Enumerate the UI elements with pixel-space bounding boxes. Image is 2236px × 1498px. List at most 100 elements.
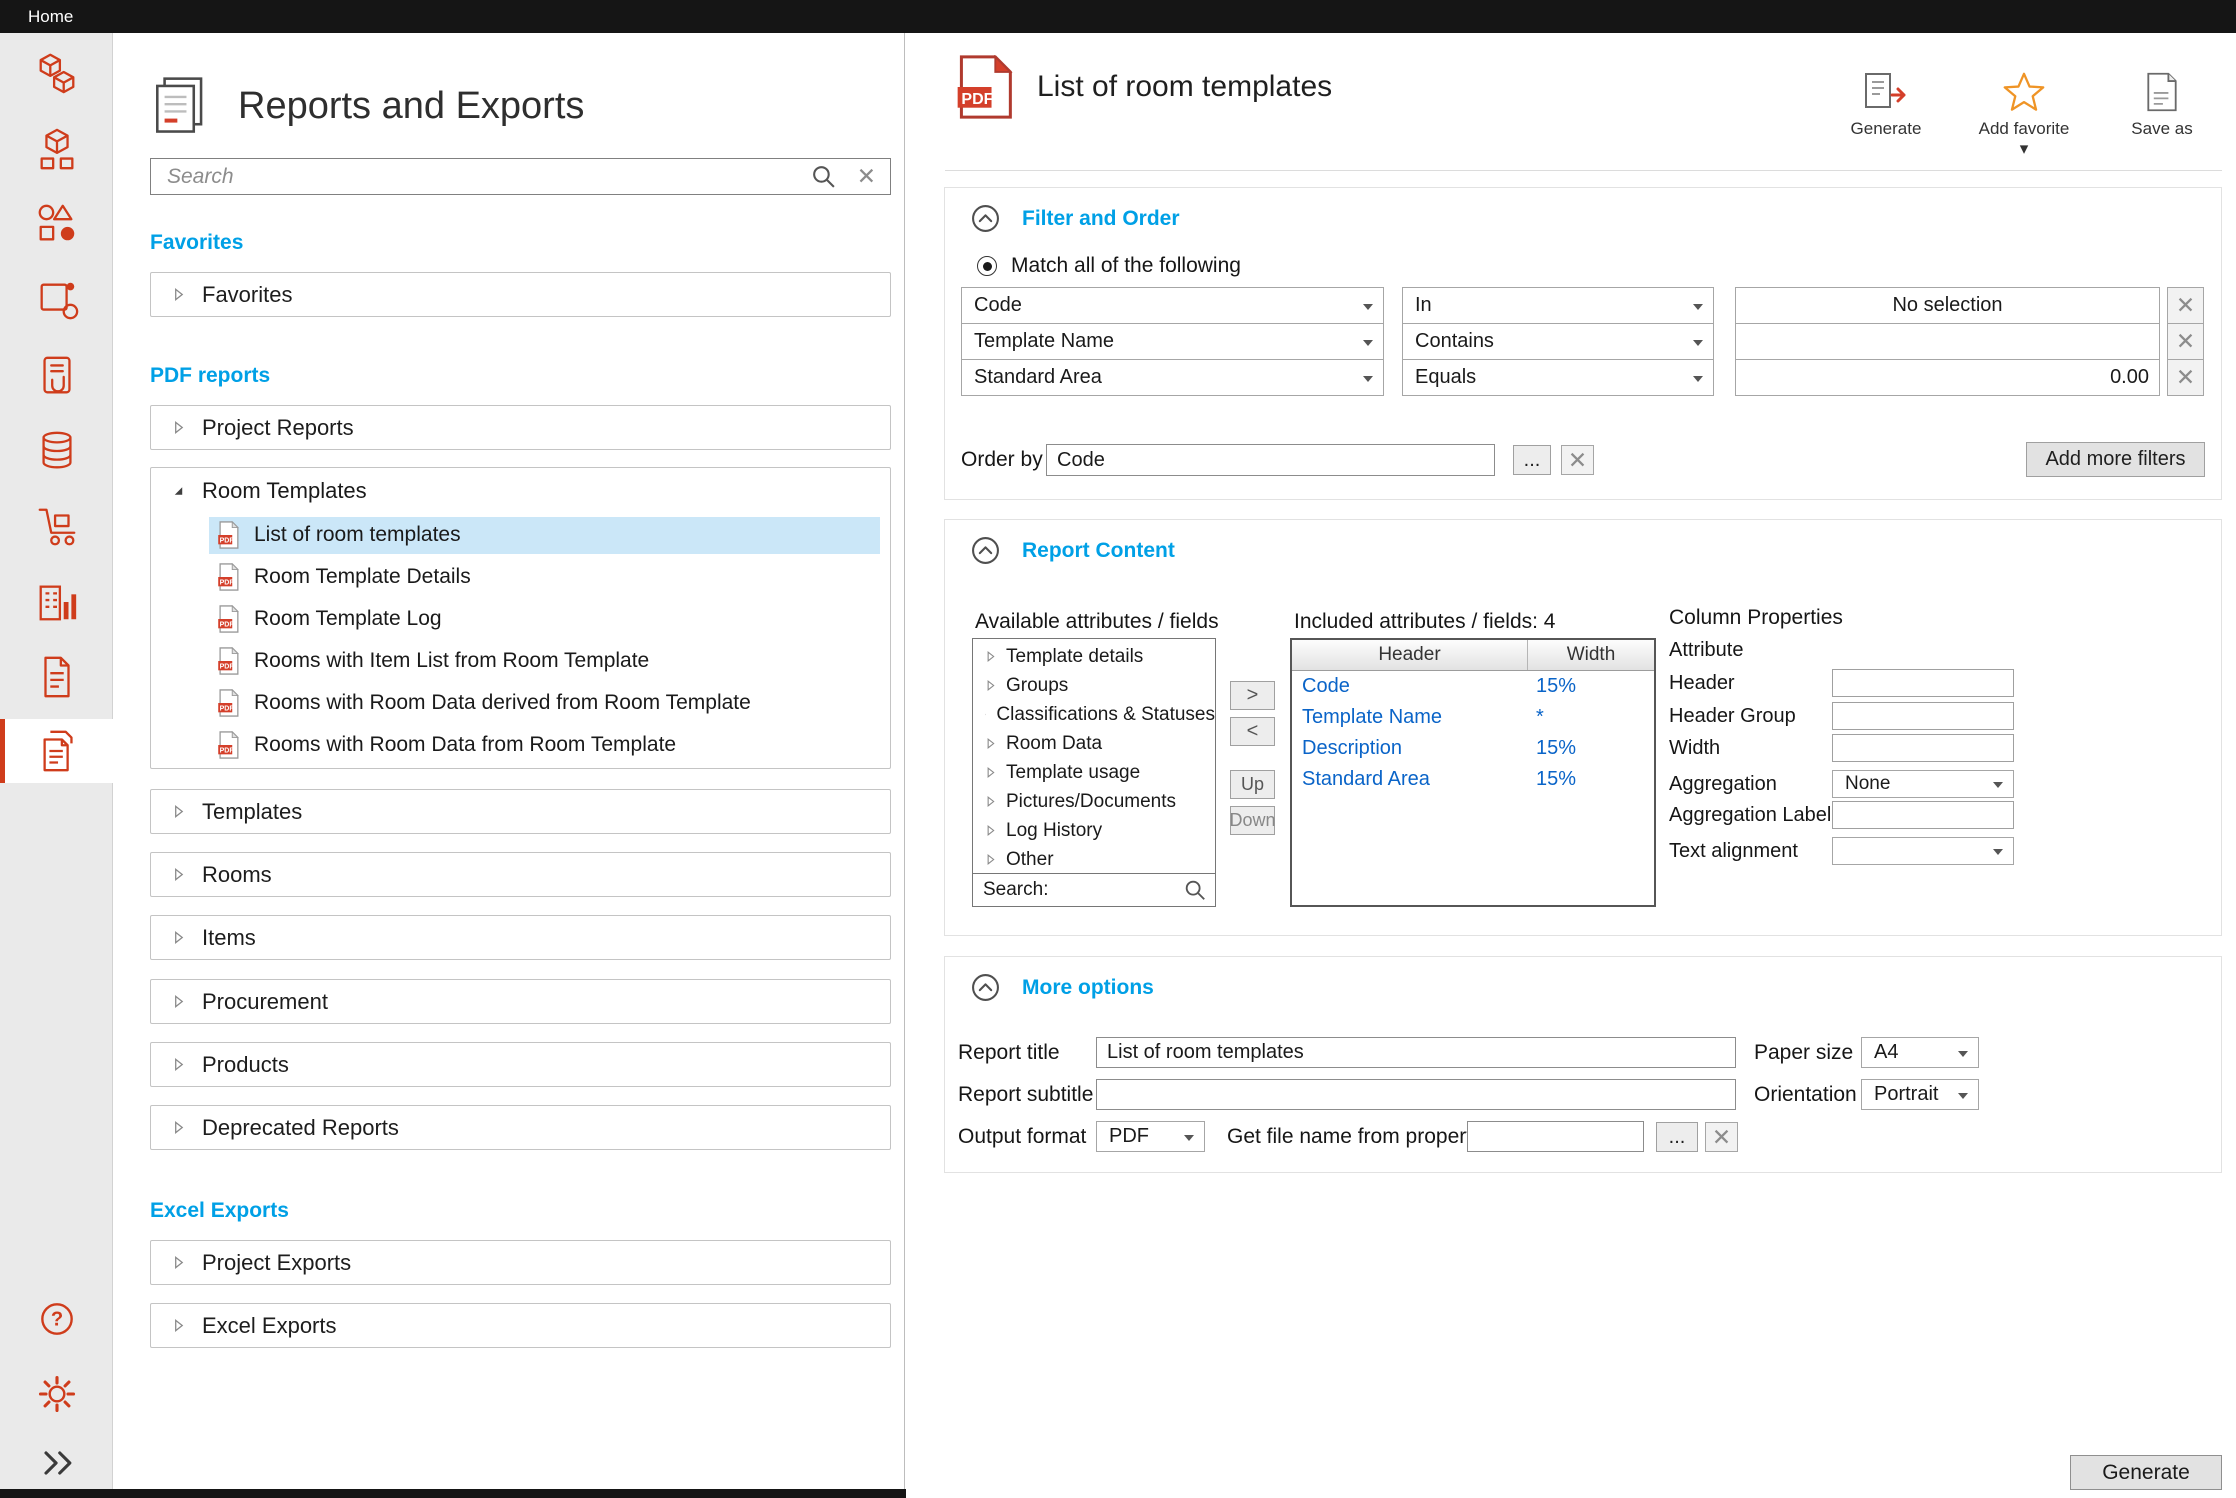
pdf-file-icon: PDF (217, 689, 240, 717)
add-attribute-button[interactable]: > (1230, 681, 1275, 710)
search-input[interactable] (165, 164, 790, 190)
group-items[interactable]: Items (150, 915, 891, 960)
tree-item-pictures-documents[interactable]: Pictures/Documents (973, 787, 1215, 816)
group-products[interactable]: Products (150, 1042, 891, 1087)
tree-item-template-details[interactable]: Template details (973, 642, 1215, 671)
expand-sidebar-button[interactable] (0, 1437, 113, 1489)
settings-icon[interactable] (0, 1366, 113, 1422)
header-group-input[interactable] (1832, 702, 2014, 730)
collapse-section-icon[interactable] (971, 204, 1000, 233)
group-rooms[interactable]: Rooms (150, 852, 891, 897)
group-excel-exports[interactable]: Excel Exports (150, 1303, 891, 1348)
sidebar-module-building-icon[interactable] (0, 570, 113, 634)
report-item-list-of-room-templates[interactable]: PDF List of room templates (151, 514, 890, 556)
text-alignment-label: Text alignment (1669, 840, 1798, 863)
file-name-property-input[interactable] (1467, 1121, 1644, 1152)
tree-item-classifications[interactable]: Classifications & Statuses (973, 700, 1215, 729)
group-procurement[interactable]: Procurement (150, 979, 891, 1024)
text-alignment-select[interactable] (1832, 837, 2014, 865)
header-divider (945, 170, 2222, 171)
remove-attribute-button[interactable]: < (1230, 717, 1275, 746)
header-input[interactable] (1832, 669, 2014, 697)
filter-operator-select-1[interactable]: In (1402, 287, 1714, 324)
filter-value-input-2[interactable] (1735, 323, 2160, 360)
search-icon[interactable] (1183, 878, 1207, 902)
tree-item-template-usage[interactable]: Template usage (973, 758, 1215, 787)
report-item-rooms-with-room-data[interactable]: PDF Rooms with Room Data from Room Templ… (151, 724, 890, 766)
table-row[interactable]: Code 15% (1292, 671, 1654, 702)
sidebar-module-document-icon[interactable] (0, 645, 113, 709)
group-templates[interactable]: Templates (150, 789, 891, 834)
remove-filter-button-2[interactable]: ✕ (2167, 323, 2204, 360)
group-deprecated-reports[interactable]: Deprecated Reports (150, 1105, 891, 1150)
file-name-browse-button[interactable]: ... (1656, 1122, 1698, 1152)
group-favorites[interactable]: Favorites (150, 272, 891, 317)
output-format-label: Output format (958, 1125, 1086, 1149)
table-row[interactable]: Description 15% (1292, 733, 1654, 764)
report-item-rooms-with-room-data-derived[interactable]: PDF Rooms with Room Data derived from Ro… (151, 682, 890, 724)
sidebar-module-shapes-icon[interactable] (0, 192, 113, 256)
sidebar-module-package-icon[interactable] (0, 268, 113, 332)
paper-size-select[interactable]: A4 (1861, 1037, 1979, 1068)
aggregation-select[interactable]: None (1832, 770, 2014, 798)
tree-item-log-history[interactable]: Log History (973, 816, 1215, 845)
filter-operator-select-3[interactable]: Equals (1402, 359, 1714, 396)
remove-filter-button-3[interactable]: ✕ (2167, 359, 2204, 396)
order-by-clear-button[interactable]: ✕ (1561, 445, 1594, 475)
filter-operator-select-2[interactable]: Contains (1402, 323, 1714, 360)
add-more-filters-button[interactable]: Add more filters (2026, 442, 2205, 477)
report-subtitle-input[interactable] (1096, 1079, 1736, 1110)
collapse-section-icon[interactable] (971, 536, 1000, 565)
group-room-templates-header[interactable]: Room Templates (151, 468, 890, 514)
search-icon[interactable] (810, 163, 837, 190)
sidebar-reports-icon[interactable] (0, 719, 113, 783)
add-favorite-button[interactable]: Add favorite ▾ (1976, 71, 2072, 160)
order-by-input[interactable] (1046, 444, 1495, 476)
sidebar-module-cubes-icon[interactable] (0, 41, 113, 105)
order-by-browse-button[interactable]: ... (1513, 445, 1551, 475)
filter-attribute-select-3[interactable]: Standard Area (961, 359, 1384, 396)
close-icon: ✕ (2176, 366, 2195, 389)
group-project-reports[interactable]: Project Reports (150, 405, 891, 450)
header-label: Header (1669, 672, 1735, 695)
home-menu[interactable]: Home (28, 7, 73, 27)
filter-attribute-select-2[interactable]: Template Name (961, 323, 1384, 360)
match-all-radio[interactable] (977, 256, 997, 276)
sidebar-module-attachment-icon[interactable] (0, 344, 113, 408)
output-format-select[interactable]: PDF (1096, 1121, 1205, 1152)
report-item-room-template-details[interactable]: PDF Room Template Details (151, 556, 890, 598)
expand-icon (172, 804, 185, 819)
table-row[interactable]: Standard Area 15% (1292, 764, 1654, 795)
help-icon[interactable]: ? (0, 1291, 113, 1347)
sidebar-module-stack-icon[interactable] (0, 117, 113, 181)
tree-item-other[interactable]: Other (973, 845, 1215, 874)
sidebar-module-logistics-icon[interactable] (0, 495, 113, 559)
collapse-section-icon[interactable] (971, 973, 1000, 1002)
filter-value-picker-1[interactable]: No selection (1735, 287, 2160, 324)
orientation-select[interactable]: Portrait (1861, 1079, 1979, 1110)
generate-button[interactable]: Generate (1838, 71, 1934, 160)
pdf-file-icon: PDF (217, 605, 240, 633)
filter-and-order-section: Filter and Order Match all of the follow… (944, 187, 2222, 500)
group-project-exports[interactable]: Project Exports (150, 1240, 891, 1285)
tree-item-room-data[interactable]: Room Data (973, 729, 1215, 758)
report-item-room-template-log[interactable]: PDF Room Template Log (151, 598, 890, 640)
filter-value-input-3[interactable] (1735, 359, 2160, 396)
width-input[interactable] (1832, 734, 2014, 762)
table-row[interactable]: Template Name * (1292, 702, 1654, 733)
save-as-button[interactable]: Save as (2114, 71, 2210, 160)
pdf-file-icon: PDF (217, 647, 240, 675)
report-title-input[interactable] (1096, 1037, 1736, 1068)
file-name-clear-button[interactable]: ✕ (1705, 1122, 1738, 1152)
report-item-rooms-with-item-list[interactable]: PDF Rooms with Item List from Room Templ… (151, 640, 890, 682)
move-up-button[interactable]: Up (1230, 770, 1275, 799)
filter-attribute-select-1[interactable]: Code (961, 287, 1384, 324)
clear-search-icon[interactable]: ✕ (857, 165, 876, 188)
tree-item-groups[interactable]: Groups (973, 671, 1215, 700)
sidebar-module-database-icon[interactable] (0, 419, 113, 483)
remove-filter-button-1[interactable]: ✕ (2167, 287, 2204, 324)
aggregation-label-input[interactable] (1832, 801, 2014, 829)
generate-report-button[interactable]: Generate (2070, 1455, 2222, 1490)
move-down-button[interactable]: Down (1230, 806, 1275, 835)
expand-icon (985, 708, 986, 721)
